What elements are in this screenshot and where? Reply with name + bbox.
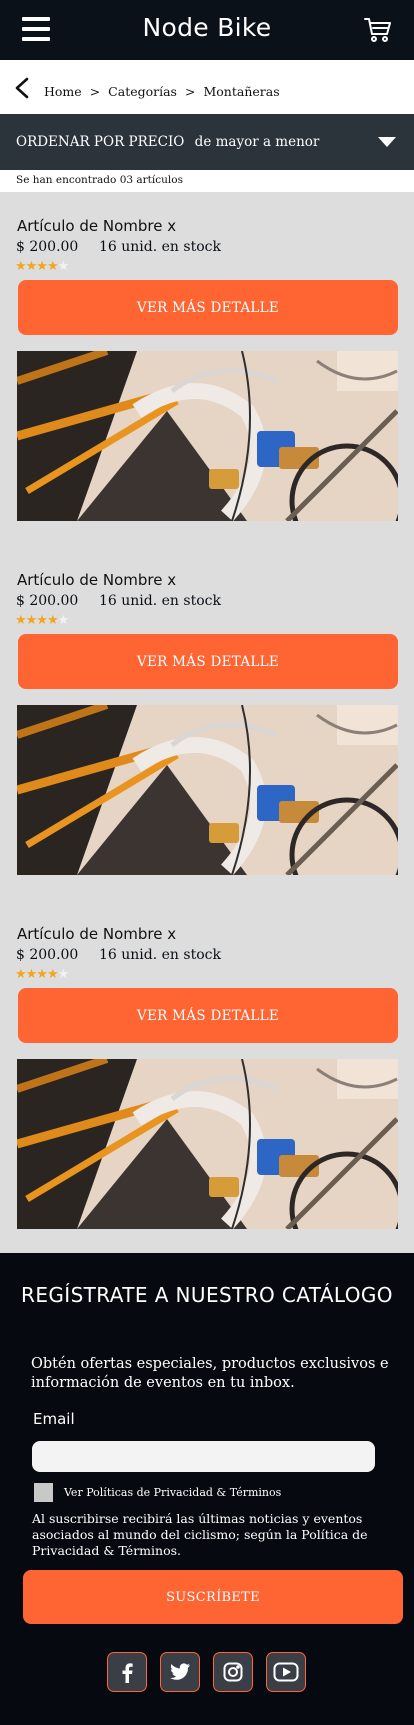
caret-down-icon[interactable] — [378, 137, 396, 147]
star-rating: ★★★★★ — [15, 259, 69, 274]
facebook-icon[interactable] — [107, 1652, 147, 1692]
app-title: Node Bike — [142, 13, 272, 42]
newsletter-title: REGÍSTRATE A NUESTRO CATÁLOGO — [21, 1283, 393, 1307]
email-field[interactable] — [32, 1441, 375, 1472]
product-card: Artículo de Nombre x $ 200.00 16 unid. e… — [0, 571, 414, 925]
product-card: Artículo de Nombre x $ 200.00 16 unid. e… — [0, 217, 414, 571]
product-price: $ 200.00 — [16, 239, 79, 255]
newsletter-subtitle: Obtén ofertas especiales, productos excl… — [31, 1356, 389, 1391]
breadcrumb-bar: Home > Categorías > Montañeras — [0, 60, 414, 114]
breadcrumb-home[interactable]: Home — [44, 84, 82, 99]
product-name: Artículo de Nombre x — [17, 925, 177, 943]
product-image[interactable] — [17, 1059, 398, 1229]
subscribe-button[interactable]: SUSCRÍBETE — [23, 1570, 403, 1624]
product-stock: 16 unid. en stock — [99, 239, 221, 255]
view-details-button[interactable]: VER MÁS DETALLE — [18, 280, 398, 335]
product-image[interactable] — [17, 705, 398, 875]
star-rating: ★★★★★ — [15, 613, 69, 628]
product-stock: 16 unid. en stock — [99, 593, 221, 609]
instagram-icon[interactable] — [213, 1652, 253, 1692]
shopping-cart-icon[interactable] — [364, 16, 392, 44]
product-price: $ 200.00 — [16, 593, 79, 609]
youtube-icon[interactable] — [266, 1652, 306, 1692]
sort-value: de mayor a menor — [194, 134, 320, 150]
chevron-left-icon[interactable] — [12, 77, 34, 99]
newsletter-footer: REGÍSTRATE A NUESTRO CATÁLOGO Obtén ofer… — [0, 1253, 414, 1725]
product-image[interactable] — [17, 351, 398, 521]
view-details-button[interactable]: VER MÁS DETALLE — [18, 634, 398, 689]
privacy-checkbox-label[interactable]: Ver Políticas de Privacidad & Términos — [64, 1486, 281, 1499]
newsletter-disclaimer: Al suscribirse recibirá las últimas noti… — [32, 1511, 368, 1558]
sort-label: ORDENAR POR PRECIO — [16, 134, 185, 150]
breadcrumb-current: Montañeras — [203, 84, 280, 99]
product-card: Artículo de Nombre x $ 200.00 16 unid. e… — [0, 925, 414, 1279]
breadcrumb-categorias[interactable]: Categorías — [108, 84, 177, 99]
breadcrumb: Home > Categorías > Montañeras — [44, 84, 280, 99]
breadcrumb-separator: > — [184, 84, 196, 99]
breadcrumb-separator: > — [89, 84, 101, 99]
product-price: $ 200.00 — [16, 947, 79, 963]
results-count-bar: Se han encontrado 03 artículos — [0, 170, 414, 192]
privacy-checkbox[interactable] — [34, 1483, 53, 1502]
star-rating: ★★★★★ — [15, 967, 69, 982]
email-label: Email — [33, 1410, 75, 1428]
sort-dropdown[interactable]: ORDENAR POR PRECIO de mayor a menor — [0, 114, 414, 170]
view-details-button[interactable]: VER MÁS DETALLE — [18, 988, 398, 1043]
product-name: Artículo de Nombre x — [17, 571, 177, 589]
twitter-icon[interactable] — [160, 1652, 200, 1692]
results-count: Se han encontrado 03 artículos — [16, 174, 183, 186]
product-stock: 16 unid. en stock — [99, 947, 221, 963]
top-navigation-bar: Node Bike — [0, 0, 414, 60]
product-name: Artículo de Nombre x — [17, 217, 177, 235]
